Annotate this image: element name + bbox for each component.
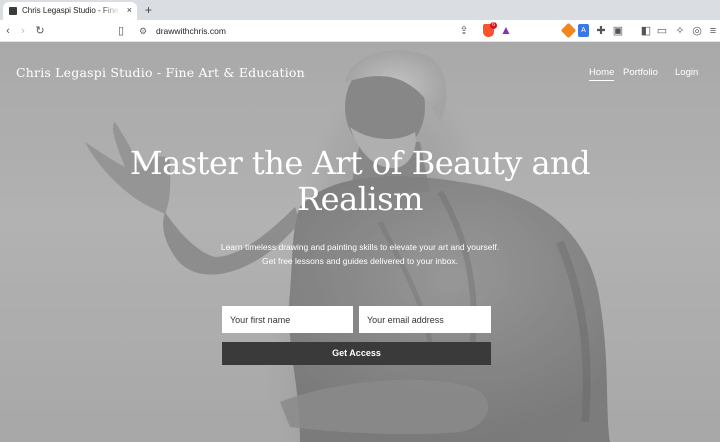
- share-icon[interactable]: ⇪: [458, 20, 470, 42]
- sidebar-icon[interactable]: ◧: [640, 20, 652, 42]
- tab-title: Chris Legaspi Studio - Fine Art: [22, 6, 120, 15]
- site-favicon-icon: [9, 7, 17, 15]
- ai-assistant-icon[interactable]: ✧: [674, 20, 686, 42]
- nav-portfolio[interactable]: Portfolio: [623, 67, 658, 78]
- forward-icon[interactable]: ›: [18, 20, 28, 42]
- close-tab-icon[interactable]: ×: [127, 4, 132, 16]
- metamask-icon[interactable]: [560, 22, 577, 39]
- back-icon[interactable]: ‹: [3, 20, 13, 42]
- browser-tab[interactable]: Chris Legaspi Studio - Fine Art ×: [3, 2, 137, 20]
- url-text: drawwithchris.com: [156, 26, 226, 36]
- browser-toolbar: ‹ › ↻ ▯ ⚙ drawwithchris.com ⇪ 6 ▲ A ✚ ▣ …: [0, 20, 720, 42]
- hero-subtext-line-1: Learn timeless drawing and painting skil…: [220, 242, 500, 252]
- wallet-icon[interactable]: ▭: [656, 20, 668, 42]
- bookmark-icon[interactable]: ▯: [115, 20, 127, 42]
- site-info-icon[interactable]: ⚙: [139, 23, 147, 39]
- email-input[interactable]: [359, 306, 491, 333]
- get-access-button[interactable]: Get Access: [222, 342, 491, 365]
- hero-headline: Master the Art of Beauty and Realism: [129, 144, 591, 218]
- site-title-link[interactable]: Chris Legaspi Studio - Fine Art & Educat…: [16, 65, 305, 80]
- web-page: Chris Legaspi Studio - Fine Art & Educat…: [0, 42, 720, 442]
- first-name-input[interactable]: [222, 306, 353, 333]
- nav-home[interactable]: Home: [589, 67, 615, 81]
- reader-icon[interactable]: ▣: [612, 20, 624, 42]
- hero-subtext: Learn timeless drawing and painting skil…: [110, 240, 610, 268]
- translate-icon[interactable]: A: [578, 24, 589, 37]
- menu-icon[interactable]: ≡: [707, 20, 719, 42]
- nav-login[interactable]: Login: [675, 67, 698, 78]
- vpn-icon[interactable]: ◎: [691, 20, 703, 42]
- new-tab-button[interactable]: +: [145, 2, 152, 18]
- browser-tab-bar: Chris Legaspi Studio - Fine Art × +: [0, 0, 720, 20]
- hero-subtext-line-2: Get free lessons and guides delivered to…: [261, 256, 459, 266]
- brave-rewards-icon[interactable]: ▲: [500, 22, 512, 38]
- reload-icon[interactable]: ↻: [34, 20, 46, 42]
- shields-count-badge: 6: [490, 22, 497, 29]
- extensions-icon[interactable]: ✚: [595, 20, 607, 42]
